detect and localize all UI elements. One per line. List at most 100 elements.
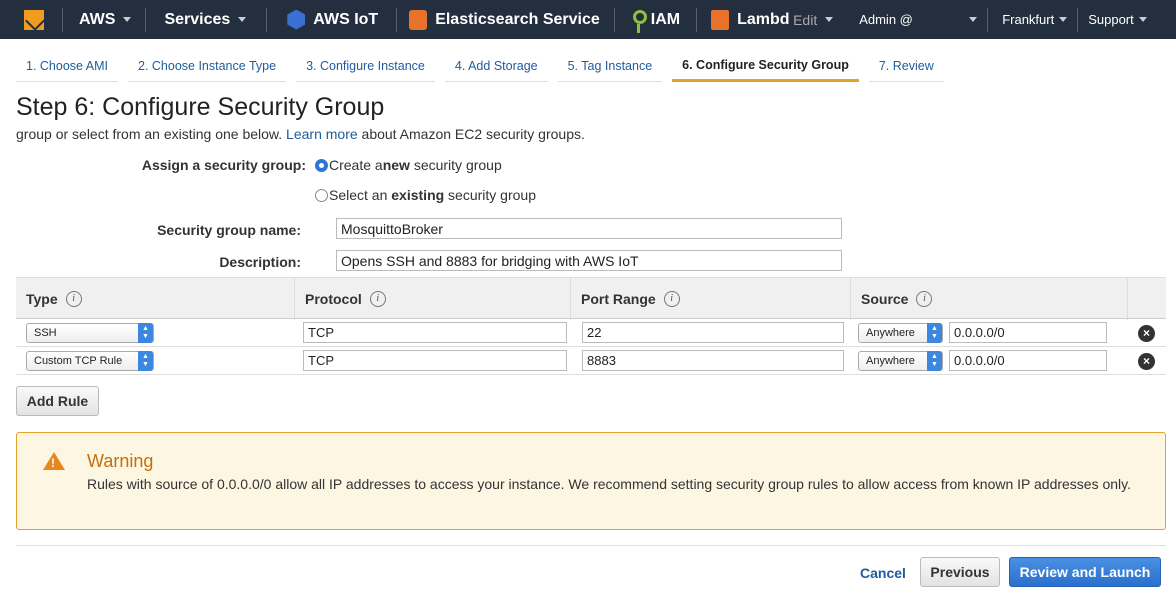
column-header-label: Source: [861, 291, 909, 307]
chevron-down-icon: [1059, 17, 1068, 22]
info-icon[interactable]: i: [65, 291, 82, 307]
footer-divider: [16, 545, 1166, 546]
chevron-down-icon: [1138, 17, 1147, 22]
security-group-name-label: Security group name:: [157, 222, 301, 238]
warning-title: Warning: [87, 451, 154, 471]
rule-type-select[interactable]: SSH ▲ ▼: [26, 323, 154, 343]
tab-add-storage[interactable]: 4. Add Storage: [444, 50, 548, 82]
learn-more-link[interactable]: Learn more: [286, 126, 358, 142]
radio-button-checked[interactable]: [315, 158, 328, 172]
column-header-source: Source i: [850, 278, 1127, 320]
tab-configure-instance[interactable]: 3. Configure Instance: [296, 50, 435, 82]
tab-review[interactable]: 7. Review: [868, 50, 944, 82]
rule-type-select[interactable]: Custom TCP Rule ▲ ▼: [26, 351, 154, 371]
column-header-type: Type i: [16, 278, 294, 320]
table-row: SSH ▲ ▼ TCP 22 Anywhere ▲ ▼ 0.0.0.0/0 ×: [16, 319, 1166, 347]
select-arrows-icon: ▲ ▼: [927, 351, 942, 371]
shortcut-aws-iot[interactable]: AWS IoT: [267, 0, 396, 39]
radio-label: security group: [444, 187, 536, 203]
source-select[interactable]: Anywhere ▲ ▼: [858, 323, 943, 343]
column-header-actions: [1127, 278, 1166, 320]
account-menu[interactable]: Admin @: [849, 0, 978, 39]
column-header-protocol: Protocol i: [294, 278, 570, 320]
radio-button-unchecked[interactable]: [315, 188, 328, 202]
shortcut-label: AWS IoT: [313, 10, 379, 28]
chevron-down-icon: [825, 17, 834, 22]
select-value: Anywhere: [866, 327, 915, 339]
shortcut-label: IAM: [650, 10, 681, 28]
lambda-icon: [711, 9, 730, 30]
select-value: Anywhere: [866, 355, 915, 367]
aws-cube-icon[interactable]: [24, 9, 44, 30]
column-header-label: Type: [26, 291, 58, 307]
subtitle-text: group or select from an existing one bel…: [16, 126, 283, 142]
table-header: Type i Protocol i Port Range i Source i: [16, 277, 1166, 320]
select-value: SSH: [34, 327, 57, 339]
support-label: Support: [1088, 12, 1134, 27]
previous-button[interactable]: Previous: [920, 557, 1000, 587]
info-icon[interactable]: i: [369, 291, 386, 307]
protocol-field: TCP: [303, 322, 567, 343]
table-row: Custom TCP Rule ▲ ▼ TCP 8883 Anywhere ▲ ▼ …: [16, 347, 1166, 375]
info-icon[interactable]: i: [663, 291, 680, 307]
port-range-input[interactable]: 8883: [582, 350, 844, 371]
column-header-label: Protocol: [305, 291, 362, 307]
port-range-input[interactable]: 22: [582, 322, 844, 343]
radio-label: security group: [409, 157, 502, 173]
elasticsearch-icon: [409, 9, 428, 30]
source-cidr-input[interactable]: 0.0.0.0/0: [949, 322, 1107, 343]
info-icon[interactable]: i: [916, 291, 933, 307]
shortcut-lambda[interactable]: Lambd: [697, 0, 793, 39]
select-value: Custom TCP Rule: [34, 355, 123, 367]
cancel-button[interactable]: Cancel: [852, 558, 914, 588]
review-and-launch-button[interactable]: Review and Launch: [1009, 557, 1161, 587]
services-menu[interactable]: Services: [146, 0, 266, 39]
description-label: Description:: [219, 254, 301, 270]
wizard-steps: 1. Choose AMI 2. Choose Instance Type 3.…: [16, 50, 954, 83]
edit-shortcuts-menu[interactable]: Edit: [793, 0, 849, 39]
services-menu-label: Services: [164, 10, 231, 28]
region-menu[interactable]: Frankfurt: [988, 0, 1077, 39]
radio-create-new-group[interactable]: Create a new security group: [315, 157, 502, 173]
chevron-down-icon: [123, 17, 132, 22]
column-header-port-range: Port Range i: [570, 278, 850, 320]
source-select[interactable]: Anywhere ▲ ▼: [858, 351, 943, 371]
shortcut-iam[interactable]: IAM: [615, 0, 696, 39]
support-menu[interactable]: Support: [1078, 0, 1157, 39]
radio-label: Create a: [329, 157, 383, 173]
tab-configure-security-group[interactable]: 6. Configure Security Group: [672, 50, 859, 82]
edit-label: Edit: [793, 11, 818, 28]
chevron-down-icon: [969, 17, 978, 22]
aws-menu[interactable]: AWS: [63, 0, 145, 39]
radio-select-existing-group[interactable]: Select an existing security group: [315, 187, 536, 203]
select-arrows-icon: ▲ ▼: [927, 323, 942, 343]
remove-rule-icon[interactable]: ×: [1138, 353, 1155, 370]
source-cidr-input[interactable]: 0.0.0.0/0: [949, 350, 1107, 371]
tab-tag-instance[interactable]: 5. Tag Instance: [557, 50, 663, 82]
shortcut-elasticsearch[interactable]: Elasticsearch Service: [397, 0, 614, 39]
shortcut-label: Lambd: [737, 10, 790, 28]
page-subtitle: group or select from an existing one bel…: [16, 126, 585, 142]
warning-glyph: !: [51, 456, 55, 470]
description-input[interactable]: [336, 250, 842, 271]
column-header-label: Port Range: [581, 291, 656, 307]
subtitle-text: about Amazon EC2 security groups.: [361, 126, 585, 142]
warning-panel: ! Warning Rules with source of 0.0.0.0/0…: [16, 432, 1166, 530]
radio-label-emphasis: new: [382, 157, 410, 173]
select-arrows-icon: ▲ ▼: [138, 323, 153, 343]
aws-menu-label: AWS: [79, 10, 116, 28]
account-label: Admin @: [859, 12, 913, 27]
page-title: Step 6: Configure Security Group: [16, 93, 385, 121]
add-rule-button[interactable]: Add Rule: [16, 386, 99, 416]
inbound-rules-table: Type i Protocol i Port Range i Source i …: [16, 277, 1166, 375]
chevron-down-icon: [238, 17, 247, 22]
remove-rule-icon[interactable]: ×: [1138, 325, 1155, 342]
tab-choose-instance-type[interactable]: 2. Choose Instance Type: [128, 50, 287, 82]
radio-label: Select an: [329, 187, 392, 203]
warning-message: Rules with source of 0.0.0.0/0 allow all…: [87, 476, 1132, 492]
radio-label-emphasis: existing: [391, 187, 445, 203]
tab-choose-ami[interactable]: 1. Choose AMI: [16, 50, 118, 82]
assign-security-group-label: Assign a security group:: [141, 157, 306, 173]
security-group-name-input[interactable]: [336, 218, 842, 239]
protocol-field: TCP: [303, 350, 567, 371]
